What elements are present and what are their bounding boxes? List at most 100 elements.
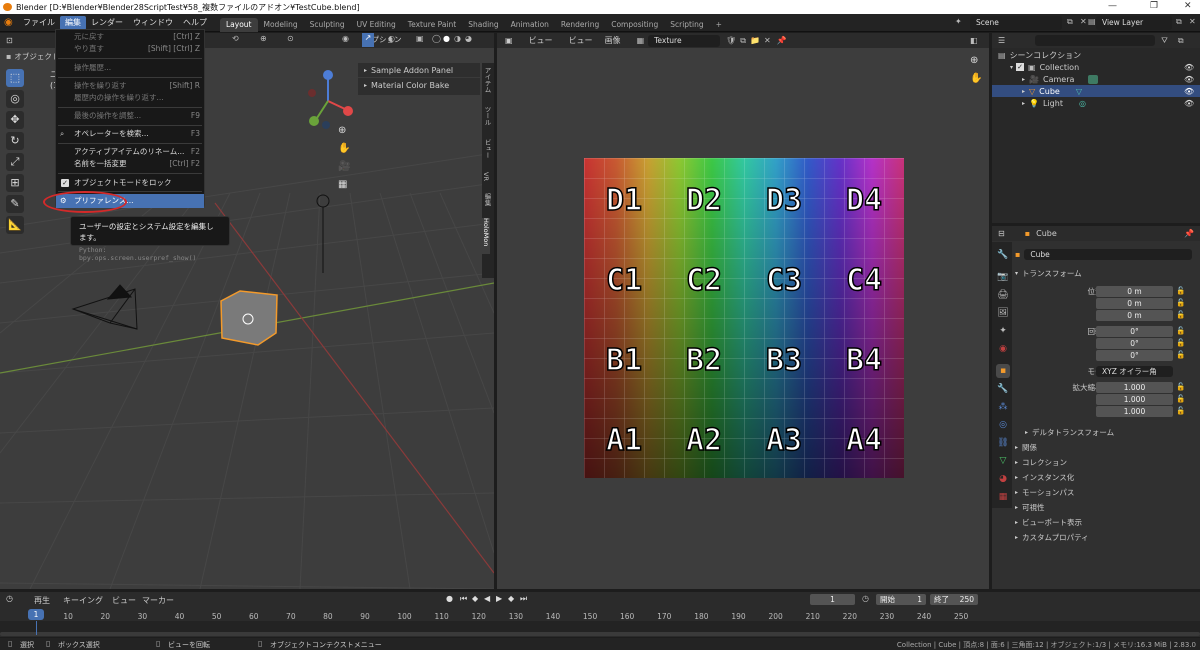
move-tool-icon[interactable]: ✥ xyxy=(6,111,24,129)
select-box-tool-icon[interactable]: ⬚ xyxy=(6,69,24,87)
tab-texture-paint[interactable]: Texture Paint xyxy=(402,18,462,32)
checkbox-checked-icon[interactable]: ✓ xyxy=(1016,63,1025,71)
lock-icon[interactable]: 🔓 xyxy=(1176,338,1185,347)
scale-y-field[interactable]: 1.000 xyxy=(1096,394,1173,405)
lock-icon[interactable]: 🔓 xyxy=(1176,298,1185,307)
texture-tab-icon[interactable]: ▦ xyxy=(996,490,1010,504)
shading-material-icon[interactable]: ◑ xyxy=(454,34,461,43)
menu-operator-search[interactable]: ⌕ オペレーターを検索... F3 xyxy=(56,127,204,141)
transform-panel-header[interactable]: ▾ トランスフォーム xyxy=(1015,268,1082,279)
play-reverse-icon[interactable]: ◀ xyxy=(484,594,490,603)
view-dropdown[interactable]: ビュー xyxy=(529,35,553,46)
tab-scripting[interactable]: Scripting xyxy=(664,18,709,32)
close-button[interactable]: ✕ xyxy=(1184,1,1192,11)
new-scene-icon[interactable]: ⧉ xyxy=(1067,17,1073,27)
panel-material-color-bake[interactable]: ▸ Material Color Bake xyxy=(358,78,480,93)
pan-view-icon[interactable]: ✋ xyxy=(338,143,350,154)
delete-viewlayer-icon[interactable]: ✕ xyxy=(1189,17,1196,26)
snap-icon[interactable]: ⊕ xyxy=(260,34,267,43)
outliner-item-light[interactable]: ▸ 💡 Light ◎ 👁 xyxy=(992,97,1200,109)
menu-file[interactable]: ファイル xyxy=(18,16,60,30)
section-custom-properties[interactable]: ▸ カスタムプロパティ xyxy=(1015,532,1089,543)
prev-key-icon[interactable]: ◆ xyxy=(472,594,478,603)
view-menu[interactable]: ビュー xyxy=(569,35,593,46)
shading-wireframe-icon[interactable]: ◯ xyxy=(432,34,441,43)
section-instancing[interactable]: ▸ インスタンス化 xyxy=(1015,472,1074,483)
render-tab-icon[interactable]: 📷 xyxy=(996,270,1010,284)
section-visibility[interactable]: ▸ 可視性 xyxy=(1015,502,1045,513)
pin-icon[interactable]: 📌 xyxy=(777,36,787,45)
menu-redo[interactable]: やり直す [Shift] [Ctrl] Z xyxy=(56,42,204,56)
play-icon[interactable]: ▶ xyxy=(496,594,502,603)
timeline-keying-menu[interactable]: キーイング xyxy=(63,595,103,606)
jump-end-icon[interactable]: ⏭ xyxy=(520,594,527,604)
menu-batch-rename[interactable]: 名前を一括変更 [Ctrl] F2 xyxy=(56,157,204,171)
shading-solid-icon[interactable]: ● xyxy=(443,34,450,43)
view-layer-tab-icon[interactable]: 🖼 xyxy=(996,306,1010,320)
lock-icon[interactable]: 🔓 xyxy=(1176,286,1185,295)
xray-icon[interactable]: ▣ xyxy=(416,34,424,43)
end-frame-field[interactable]: 終了 250 xyxy=(930,594,978,605)
visibility-icon[interactable]: ◉ xyxy=(342,34,349,43)
lock-icon[interactable]: 🔓 xyxy=(1176,326,1185,335)
zoom-view-icon[interactable]: ⊕ xyxy=(338,125,346,136)
measure-tool-icon[interactable]: 📐 xyxy=(6,216,24,234)
scale-z-field[interactable]: 1.000 xyxy=(1096,406,1173,417)
gizmo-toggle-icon[interactable]: ↗ xyxy=(362,33,374,47)
physics-tab-icon[interactable]: ◎ xyxy=(996,418,1010,432)
menu-window[interactable]: ウィンドウ xyxy=(128,16,178,30)
expand-arrow-icon[interactable]: ▸ xyxy=(1022,88,1025,95)
shading-rendered-icon[interactable]: ◕ xyxy=(465,34,472,43)
location-x-field[interactable]: 0 m xyxy=(1096,286,1173,297)
tab-view[interactable]: ビュー xyxy=(482,139,492,169)
next-key-icon[interactable]: ◆ xyxy=(508,594,514,603)
playhead-frame-badge[interactable]: 1 xyxy=(28,609,44,620)
new-collection-icon[interactable]: ⧉ xyxy=(1178,36,1184,46)
pin-icon[interactable]: 📌 xyxy=(1184,229,1194,238)
image-menu[interactable]: 画像 xyxy=(605,35,621,46)
blender-menu-icon[interactable]: ◉ xyxy=(4,17,18,28)
outliner[interactable]: ☰ ⛛ ⧉ ▤ シーンコレクション ▾ ✓ ▣ Collection 👁 ▸ 🎥 … xyxy=(992,33,1200,223)
image-sidebar-toggle-icon[interactable]: ◧ xyxy=(970,36,978,45)
section-motion-paths[interactable]: ▸ モーションパス xyxy=(1015,487,1074,498)
outliner-scene-collection[interactable]: ▤ シーンコレクション xyxy=(998,49,1081,61)
fake-user-icon[interactable]: 🛡 xyxy=(726,36,736,45)
tab-edit[interactable]: 編集 xyxy=(482,193,492,215)
lock-icon[interactable]: 🔓 xyxy=(1176,350,1185,359)
maximize-button[interactable]: ❐ xyxy=(1150,1,1158,11)
tab-vr[interactable]: VR xyxy=(482,172,490,190)
rotation-mode-dropdown[interactable]: XYZ オイラー角 xyxy=(1096,366,1173,377)
expand-arrow-icon[interactable]: ▸ xyxy=(1022,100,1025,107)
menu-repeat-history[interactable]: 履歴内の操作を繰り返す... xyxy=(56,91,204,105)
jump-start-icon[interactable]: ⏮ xyxy=(460,594,467,604)
tab-uv-editing[interactable]: UV Editing xyxy=(351,18,402,32)
visibility-eye-icon[interactable]: 👁 xyxy=(1184,63,1194,72)
section-viewport-display[interactable]: ▸ ビューポート表示 xyxy=(1015,517,1082,528)
section-relations[interactable]: ▸ 関係 xyxy=(1015,442,1037,453)
annotate-tool-icon[interactable]: ✎ xyxy=(6,195,24,213)
lock-icon[interactable]: 🔓 xyxy=(1176,406,1185,415)
open-image-icon[interactable]: 📁 xyxy=(750,36,760,45)
menu-undo-history[interactable]: 操作履歴... xyxy=(56,61,204,75)
tab-layout[interactable]: Layout xyxy=(220,17,258,32)
image-editor[interactable]: ▣ ビュー ビュー 画像 ▦ Texture 🛡 ⧉ 📁 ✕ 📌 ◧ ⊕ ✋ D… xyxy=(497,33,989,589)
expand-arrow-icon[interactable]: ▸ xyxy=(1022,76,1025,83)
object-tab-icon[interactable]: ▪ xyxy=(996,364,1010,378)
tab-animation[interactable]: Animation xyxy=(505,18,555,32)
preview-range-icon[interactable]: ◷ xyxy=(862,594,869,603)
tab-item[interactable]: アイテム xyxy=(482,67,492,103)
pan-view-icon[interactable]: ✋ xyxy=(970,73,982,84)
outliner-search-input[interactable] xyxy=(1035,35,1156,46)
camera-view-icon[interactable]: 🎥 xyxy=(338,161,350,172)
scale-tool-icon[interactable]: ⤢ xyxy=(6,153,24,171)
timeline-editor-icon[interactable]: ◷ xyxy=(6,594,13,603)
tab-sculpting[interactable]: Sculpting xyxy=(304,18,351,32)
scene-selector[interactable]: Scene xyxy=(970,16,1062,30)
menu-help[interactable]: ヘルプ xyxy=(178,16,212,30)
proportional-icon[interactable]: ⊙ xyxy=(287,34,294,43)
new-viewlayer-icon[interactable]: ⧉ xyxy=(1176,17,1182,27)
timeline-view-menu[interactable]: ビュー xyxy=(112,595,136,606)
tab-shading[interactable]: Shading xyxy=(462,18,504,32)
overlay-icon[interactable]: ◐ xyxy=(388,34,395,43)
menu-lock-object-modes[interactable]: ✓ オブジェクトモードをロック xyxy=(56,176,204,190)
